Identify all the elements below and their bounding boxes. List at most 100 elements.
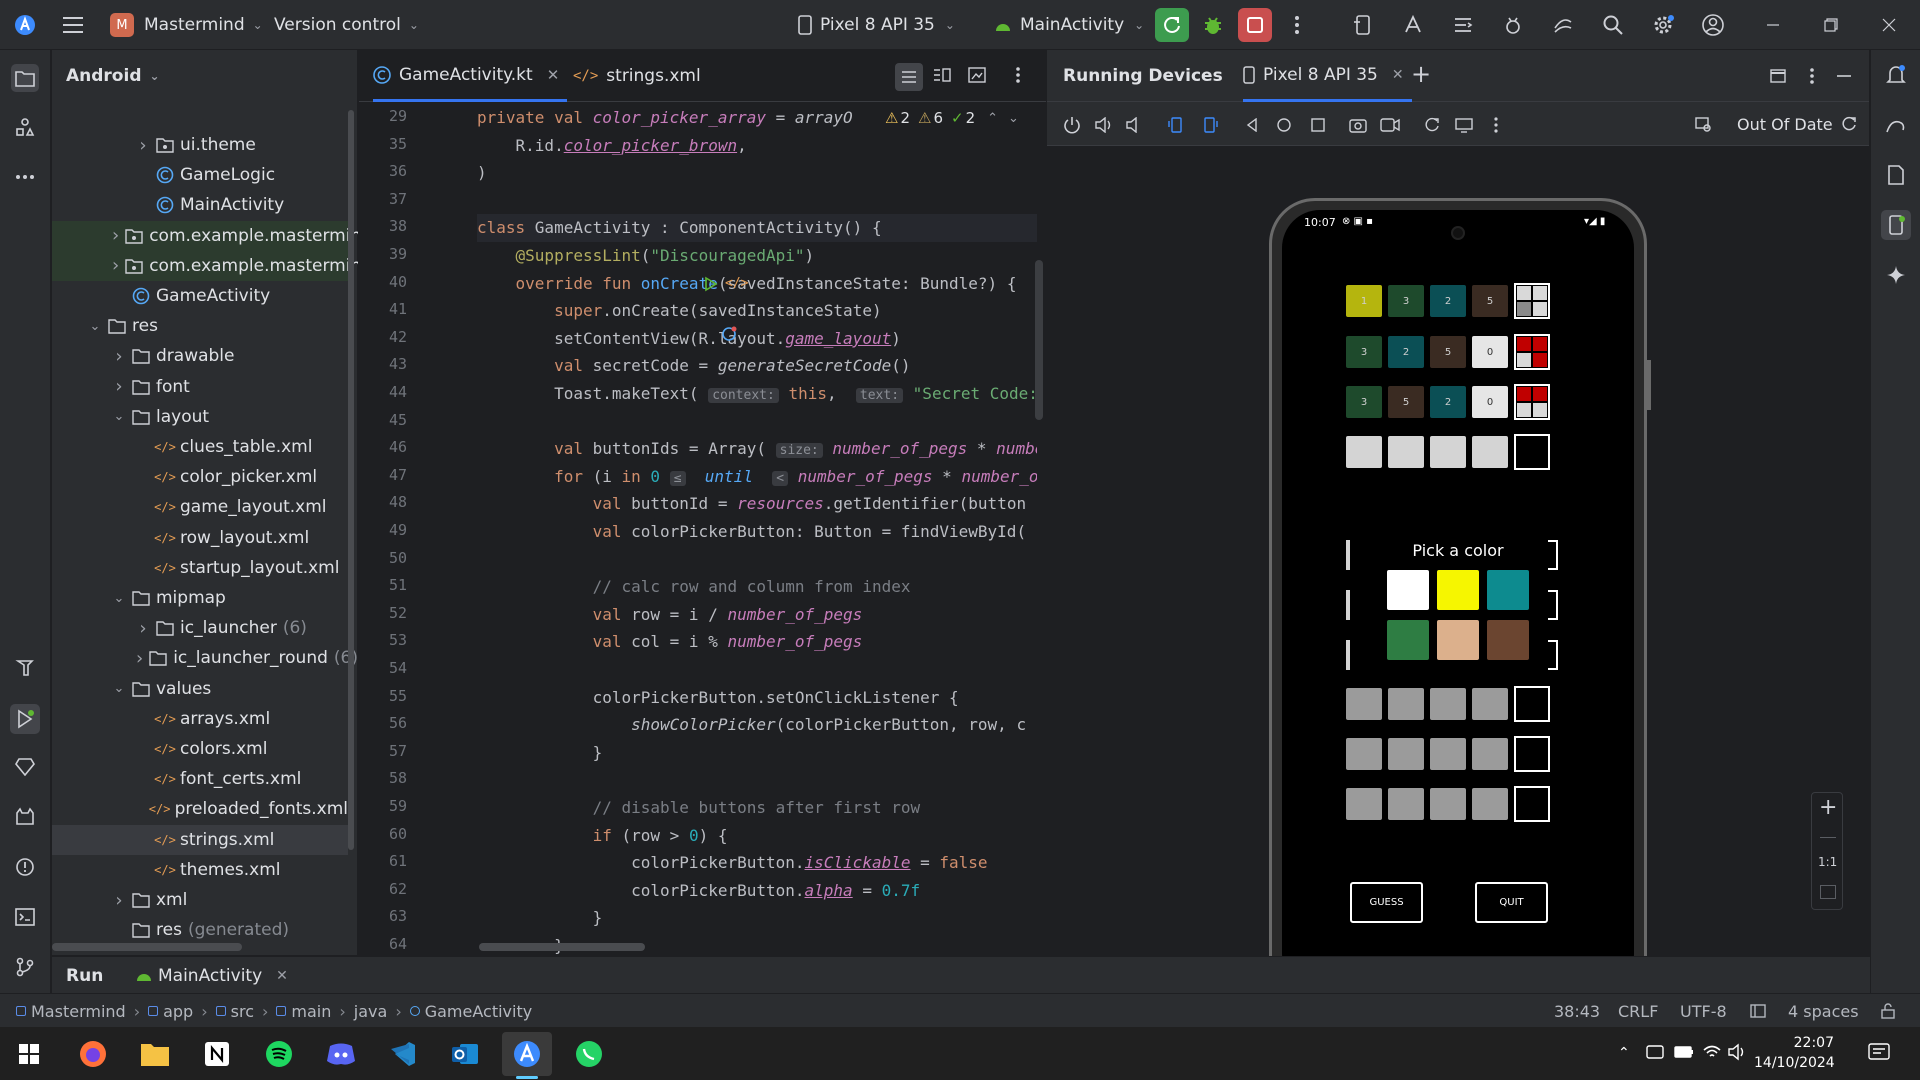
tree-item[interactable]: › ic_launcher_round (6) xyxy=(52,643,358,673)
guess-button[interactable]: GUESS xyxy=(1350,882,1423,923)
refresh-icon[interactable] xyxy=(1841,116,1857,132)
device-manager-icon[interactable] xyxy=(1350,12,1376,38)
indent-setting[interactable]: 4 spaces xyxy=(1788,994,1859,1028)
color-swatch[interactable] xyxy=(1437,570,1479,610)
code-line[interactable]: Toast.makeText( context: this, text: "Se… xyxy=(477,380,1037,408)
panel-options-icon[interactable] xyxy=(1801,65,1823,87)
code-line[interactable]: class GameActivity : ComponentActivity()… xyxy=(477,214,1037,242)
color-swatch[interactable] xyxy=(1437,620,1479,660)
device-tab[interactable]: Pixel 8 API 35 ✕ xyxy=(1243,50,1412,102)
add-device-icon[interactable]: + xyxy=(1411,62,1431,86)
line-separator[interactable]: CRLF xyxy=(1618,994,1658,1028)
color-swatch[interactable] xyxy=(1487,570,1529,610)
editor-vertical-scrollbar[interactable] xyxy=(1035,260,1043,420)
discord-icon[interactable] xyxy=(316,1032,366,1076)
sync-project-icon[interactable] xyxy=(1450,12,1476,38)
android-studio-logo-icon[interactable] xyxy=(12,12,38,38)
chevron-down-icon[interactable]: ⌄ xyxy=(112,409,126,424)
code-line[interactable]: val col = i % number_of_pegs xyxy=(477,628,1037,656)
outlook-icon[interactable] xyxy=(440,1032,490,1076)
terminal-icon[interactable] xyxy=(12,904,38,930)
vertical-scrollbar[interactable] xyxy=(348,110,354,850)
code-line[interactable]: colorPickerButton.alpha = 0.7f xyxy=(477,877,1037,905)
tree-item[interactable]: › xml xyxy=(52,885,348,915)
tab-strings-xml[interactable]: </> strings.xml xyxy=(573,50,701,102)
volume-icon[interactable] xyxy=(1728,1043,1748,1061)
code-line[interactable]: colorPickerButton.isClickable = false xyxy=(477,849,1037,877)
breadcrumb-item[interactable]: main xyxy=(276,1002,331,1021)
code-line[interactable]: val buttonIds = Array( size: number_of_p… xyxy=(477,435,1037,463)
chevron-right-icon[interactable]: › xyxy=(136,648,143,669)
breadcrumb-item[interactable]: java xyxy=(354,1002,388,1021)
tree-item[interactable]: ⌄ mipmap xyxy=(52,583,348,613)
firefox-icon[interactable] xyxy=(68,1032,118,1076)
layout-gutter-icon[interactable]: </> xyxy=(725,276,748,294)
tree-item[interactable]: </> startup_layout.xml xyxy=(52,553,348,583)
device-mirroring-icon[interactable] xyxy=(1453,114,1475,136)
maximize-panel-icon[interactable] xyxy=(1767,65,1789,87)
lock-icon[interactable] xyxy=(1880,1003,1896,1019)
chevron-right-icon[interactable]: › xyxy=(112,346,126,367)
peg-button[interactable]: 2 xyxy=(1430,285,1466,317)
code-line[interactable]: R.id.color_picker_brown, xyxy=(477,132,1037,160)
snapshots-icon[interactable] xyxy=(1421,114,1443,136)
wifi-icon[interactable] xyxy=(1702,1043,1722,1061)
code-line[interactable] xyxy=(477,546,1037,574)
tree-item[interactable]: › drawable xyxy=(52,341,348,371)
close-icon[interactable] xyxy=(1876,12,1902,38)
code-line[interactable]: private val color_picker_array = arrayO xyxy=(477,104,1037,132)
run-tool-icon[interactable] xyxy=(10,704,40,734)
split-view-icon[interactable] xyxy=(929,62,955,88)
code-line[interactable]: } xyxy=(477,739,1037,767)
editor-horizontal-scrollbar[interactable] xyxy=(479,943,645,951)
code-line[interactable]: val row = i / number_of_pegs xyxy=(477,601,1037,629)
rotate-left-icon[interactable] xyxy=(1165,114,1187,136)
stop-icon[interactable] xyxy=(1238,8,1272,42)
zoom-fit-icon[interactable] xyxy=(1820,885,1836,899)
run-gutter-icon[interactable] xyxy=(703,276,721,294)
device-selector[interactable]: Pixel 8 API 35 ⌄ xyxy=(798,0,955,50)
code-line[interactable]: colorPickerButton.setOnClickListener { xyxy=(477,684,1037,712)
tree-item[interactable]: </> strings.xml xyxy=(52,824,348,855)
close-tab-icon[interactable]: ✕ xyxy=(276,968,288,984)
breadcrumb-item[interactable]: src xyxy=(215,1002,254,1021)
code-line[interactable]: // disable buttons after first row xyxy=(477,794,1037,822)
chevron-right-icon[interactable]: › xyxy=(136,135,150,156)
peg-button[interactable]: 1 xyxy=(1346,285,1382,317)
volume-up-icon[interactable] xyxy=(1093,114,1115,136)
chevron-right-icon[interactable]: › xyxy=(112,890,126,911)
breadcrumb-item[interactable]: app xyxy=(148,1002,193,1021)
main-menu-icon[interactable] xyxy=(60,12,86,38)
tree-item[interactable]: › com.example.mastermind xyxy=(52,220,358,251)
hide-panel-icon[interactable] xyxy=(1833,65,1855,87)
tray-overflow-icon[interactable]: ⌃ xyxy=(1618,1045,1630,1061)
readonly-toggle-icon[interactable] xyxy=(1750,1003,1766,1019)
git-branch-icon[interactable] xyxy=(12,954,38,980)
tree-item[interactable]: ⌄ layout xyxy=(52,402,348,432)
tree-item[interactable]: GameLogic xyxy=(52,160,348,190)
tray-app-icon[interactable] xyxy=(1646,1043,1664,1061)
code-line[interactable] xyxy=(477,408,1037,436)
volume-down-icon[interactable] xyxy=(1123,114,1145,136)
zoom-in-icon[interactable]: + xyxy=(1819,795,1837,820)
more-actions-icon[interactable] xyxy=(1284,12,1310,38)
chevron-down-icon[interactable]: ⌄ xyxy=(112,681,126,696)
problems-icon[interactable] xyxy=(12,854,38,880)
device-more-icon[interactable] xyxy=(1485,114,1507,136)
vscode-icon[interactable] xyxy=(378,1032,428,1076)
rerun-icon[interactable] xyxy=(1155,8,1189,42)
spotify-icon[interactable] xyxy=(254,1032,304,1076)
quit-button[interactable]: QUIT xyxy=(1475,882,1548,923)
overview-icon[interactable] xyxy=(1307,114,1329,136)
code-line[interactable]: setContentView(R.layout.game_layout) xyxy=(477,325,1037,353)
account-icon[interactable] xyxy=(1700,12,1726,38)
caret-position[interactable]: 38:43 xyxy=(1554,994,1600,1028)
gradle-icon[interactable] xyxy=(1883,112,1909,138)
clock[interactable]: 22:07 14/10/2024 xyxy=(1754,1033,1835,1073)
code-line[interactable]: ) xyxy=(477,159,1037,187)
color-swatch[interactable] xyxy=(1387,570,1429,610)
battery-icon[interactable] xyxy=(1674,1043,1694,1061)
tree-item[interactable]: </> arrays.xml xyxy=(52,704,348,734)
code-line[interactable]: if (row > 0) { xyxy=(477,822,1037,850)
file-explorer-icon[interactable] xyxy=(130,1032,180,1076)
